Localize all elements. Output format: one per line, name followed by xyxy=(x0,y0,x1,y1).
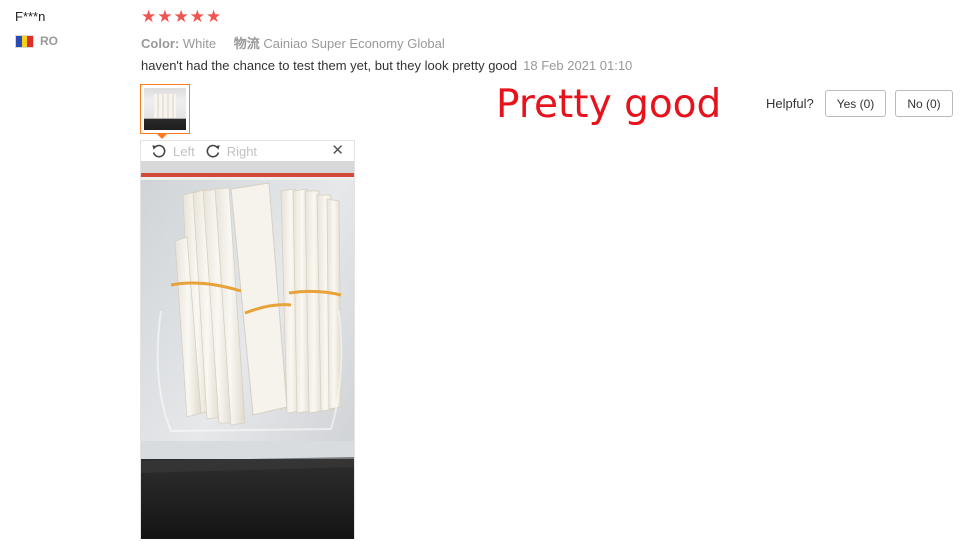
heat-shrink-tubes-photo xyxy=(141,161,354,539)
star-icon: ★ xyxy=(189,7,205,26)
thumbnail-image xyxy=(144,88,186,130)
flag-stripe xyxy=(27,35,34,47)
shipping-value: Cainiao Super Economy Global xyxy=(263,36,445,51)
reviewer-name: F***n xyxy=(15,9,46,24)
helpful-no-button[interactable]: No (0) xyxy=(895,90,953,117)
viewer-toolbar: Left Right ✕ xyxy=(141,141,354,161)
rotate-left-label: Left xyxy=(173,143,195,159)
rotate-right-label: Right xyxy=(226,143,258,159)
star-icon: ★ xyxy=(173,7,189,26)
close-icon[interactable]: ✕ xyxy=(331,143,344,159)
color-label: Color: xyxy=(141,36,180,51)
overlay-caption: Pretty good xyxy=(496,82,722,127)
rotate-left-button[interactable]: Left xyxy=(151,143,195,159)
country-code: RO xyxy=(40,34,58,48)
photo-viewer: Left Right ✕ xyxy=(140,140,355,539)
helpful-label: Helpful? xyxy=(766,96,814,111)
rotate-left-icon xyxy=(152,144,166,158)
shipping-label: 物流 xyxy=(233,36,260,51)
review-body: haven't had the chance to test them yet,… xyxy=(141,58,632,73)
review-text: haven't had the chance to test them yet,… xyxy=(141,58,518,73)
order-info: Color: White 物流 Cainiao Super Economy Gl… xyxy=(141,33,445,52)
rotate-right-icon xyxy=(206,144,220,158)
color-value: White xyxy=(182,36,217,51)
star-icon: ★ xyxy=(141,7,157,26)
star-icon: ★ xyxy=(157,7,173,26)
romania-flag-icon xyxy=(15,34,34,48)
star-rating: ★ ★ ★ ★ ★ xyxy=(141,7,221,27)
review-photo-thumbnail[interactable] xyxy=(140,84,190,139)
selected-thumbnail-pointer xyxy=(156,133,168,139)
star-icon: ★ xyxy=(206,7,222,26)
reviewer-country: RO xyxy=(15,34,58,48)
helpful-yes-button[interactable]: Yes (0) xyxy=(825,90,886,117)
rotate-right-button[interactable]: Right xyxy=(205,143,257,159)
review-date: 18 Feb 2021 01:10 xyxy=(523,58,633,73)
review-photo xyxy=(141,161,354,539)
